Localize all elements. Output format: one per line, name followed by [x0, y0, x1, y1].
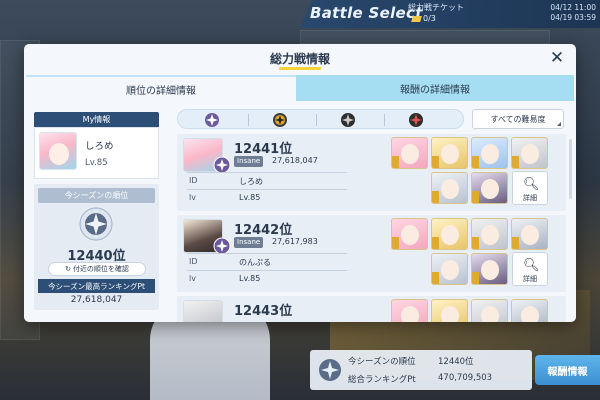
team-slot	[471, 253, 508, 285]
battle-select-title: Battle Select	[310, 4, 423, 22]
detail-button[interactable]: 🔍︎ 詳細	[512, 252, 548, 286]
team-slot	[431, 253, 468, 285]
id-label: ID	[189, 257, 198, 266]
difficulty-filter-bar	[177, 109, 464, 129]
ranking-row: 12443位	[177, 296, 566, 322]
team-slot	[471, 218, 508, 250]
filter-divider	[248, 114, 249, 126]
close-icon[interactable]: ✕	[546, 47, 568, 69]
difficulty-3-icon[interactable]	[340, 112, 356, 128]
avatar	[183, 300, 223, 322]
check-nearby-rank-button[interactable]: ↻ 付近の順位を確認	[48, 262, 146, 276]
rank-position: 12443位	[234, 304, 293, 319]
ticket-label: 総力戦チケット	[408, 3, 464, 12]
season-start-date: 04/12 11:00	[550, 3, 596, 12]
player-id: しろめ	[239, 177, 263, 186]
reward-info-button[interactable]: 報酬情報	[535, 355, 600, 385]
detail-label: 詳細	[523, 275, 537, 283]
best-ranking-pt-value: 27,618,047	[70, 295, 123, 305]
score: 27,618,047	[272, 156, 318, 165]
ranking-row: 12442位 Insane 27,617,983 ID のんぷる lv Lv.8…	[177, 215, 566, 292]
season-rank-icon	[319, 359, 341, 381]
search-icon: 🔍︎	[523, 177, 540, 192]
team-slot	[431, 172, 468, 204]
row-divider	[187, 172, 347, 173]
bg-panel	[300, 30, 550, 44]
tab-rank-details[interactable]: 順位の詳細情報	[26, 75, 296, 101]
best-ranking-pt-header: 今シーズン最高ランキングPt	[38, 279, 155, 293]
team-slot	[471, 137, 508, 169]
refresh-icon: ↻	[65, 265, 71, 273]
season-rank-header: 今シーズンの順位	[38, 188, 155, 203]
total-pt-label: 総合ランキングPt	[348, 375, 416, 385]
player-level: Lv.85	[239, 193, 261, 202]
my-info-card: しろめ Lv.85	[34, 127, 159, 179]
team-slot	[511, 218, 548, 250]
team-slot	[431, 218, 468, 250]
total-pt-value: 470,709,503	[438, 373, 493, 383]
team-slot	[511, 137, 548, 169]
season-rank-value: 12440位	[438, 357, 474, 367]
team-slot	[431, 299, 468, 322]
score: 27,617,983	[272, 237, 318, 246]
team-slot	[471, 299, 508, 322]
season-end-date: 04/19 03:59	[550, 13, 596, 22]
modal-title: 総力戦情報	[269, 52, 330, 66]
team-slot	[431, 137, 468, 169]
ticket-icon	[411, 15, 422, 22]
team-slot	[511, 299, 548, 322]
id-label: ID	[189, 176, 198, 185]
detail-label: 詳細	[523, 194, 537, 202]
team-slot	[471, 172, 508, 204]
detail-button[interactable]: 🔍︎ 詳細	[512, 171, 548, 205]
ticket-count: 0/3	[423, 14, 436, 23]
title-underline	[279, 67, 321, 70]
rank-position: 12441位	[234, 142, 293, 157]
filter-divider	[384, 114, 385, 126]
my-info-header: My情報	[34, 112, 159, 127]
check-nearby-rank-label: 付近の順位を確認	[72, 265, 129, 273]
total-assault-info-modal: 総力戦情報 ✕ 順位の詳細情報 報酬の詳細情報 My情報 しろめ Lv.85 今…	[24, 44, 576, 322]
difficulty-1-icon[interactable]	[204, 112, 220, 128]
row-divider	[187, 253, 347, 254]
ranking-row: 12441位 Insane 27,618,047 ID しろめ lv Lv.85…	[177, 134, 566, 211]
season-rank-label: 今シーズンの順位	[348, 357, 416, 367]
player-level: Lv.85	[85, 158, 108, 168]
lv-label: lv	[189, 274, 196, 283]
search-icon: 🔍︎	[523, 258, 540, 273]
difficulty-tag: Insane	[234, 156, 264, 167]
ticket-counter: 0/3	[411, 14, 436, 23]
difficulty-4-icon[interactable]	[408, 112, 424, 128]
rank-emblem-icon	[79, 207, 113, 241]
lv-label: lv	[189, 193, 196, 202]
team-slot	[391, 137, 428, 169]
ranking-list: 12441位 Insane 27,618,047 ID しろめ lv Lv.85…	[177, 134, 566, 322]
season-dates: 04/12 11:00 04/19 03:59	[550, 3, 596, 23]
rank-position: 12442位	[234, 223, 293, 238]
row-divider	[187, 270, 347, 271]
season-rank-panel: 今シーズンの順位 12440位 ↻ 付近の順位を確認 今シーズン最高ランキングP…	[34, 184, 159, 310]
tab-reward-details[interactable]: 報酬の詳細情報	[296, 75, 574, 101]
all-difficulty-dropdown[interactable]: すべての難易度	[472, 109, 564, 129]
team-slot	[391, 218, 428, 250]
difficulty-tag: Insane	[234, 237, 264, 248]
list-scrollbar[interactable]	[569, 139, 572, 199]
avatar	[39, 132, 77, 170]
filter-divider	[316, 114, 317, 126]
player-level: Lv.85	[239, 274, 261, 283]
team-slot	[391, 299, 428, 322]
player-name: しろめ	[85, 141, 114, 152]
season-summary-box: 今シーズンの順位 12440位 総合ランキングPt 470,709,503	[310, 350, 532, 390]
player-id: のんぷる	[239, 258, 271, 267]
difficulty-2-icon[interactable]	[272, 112, 288, 128]
row-divider	[187, 189, 347, 190]
